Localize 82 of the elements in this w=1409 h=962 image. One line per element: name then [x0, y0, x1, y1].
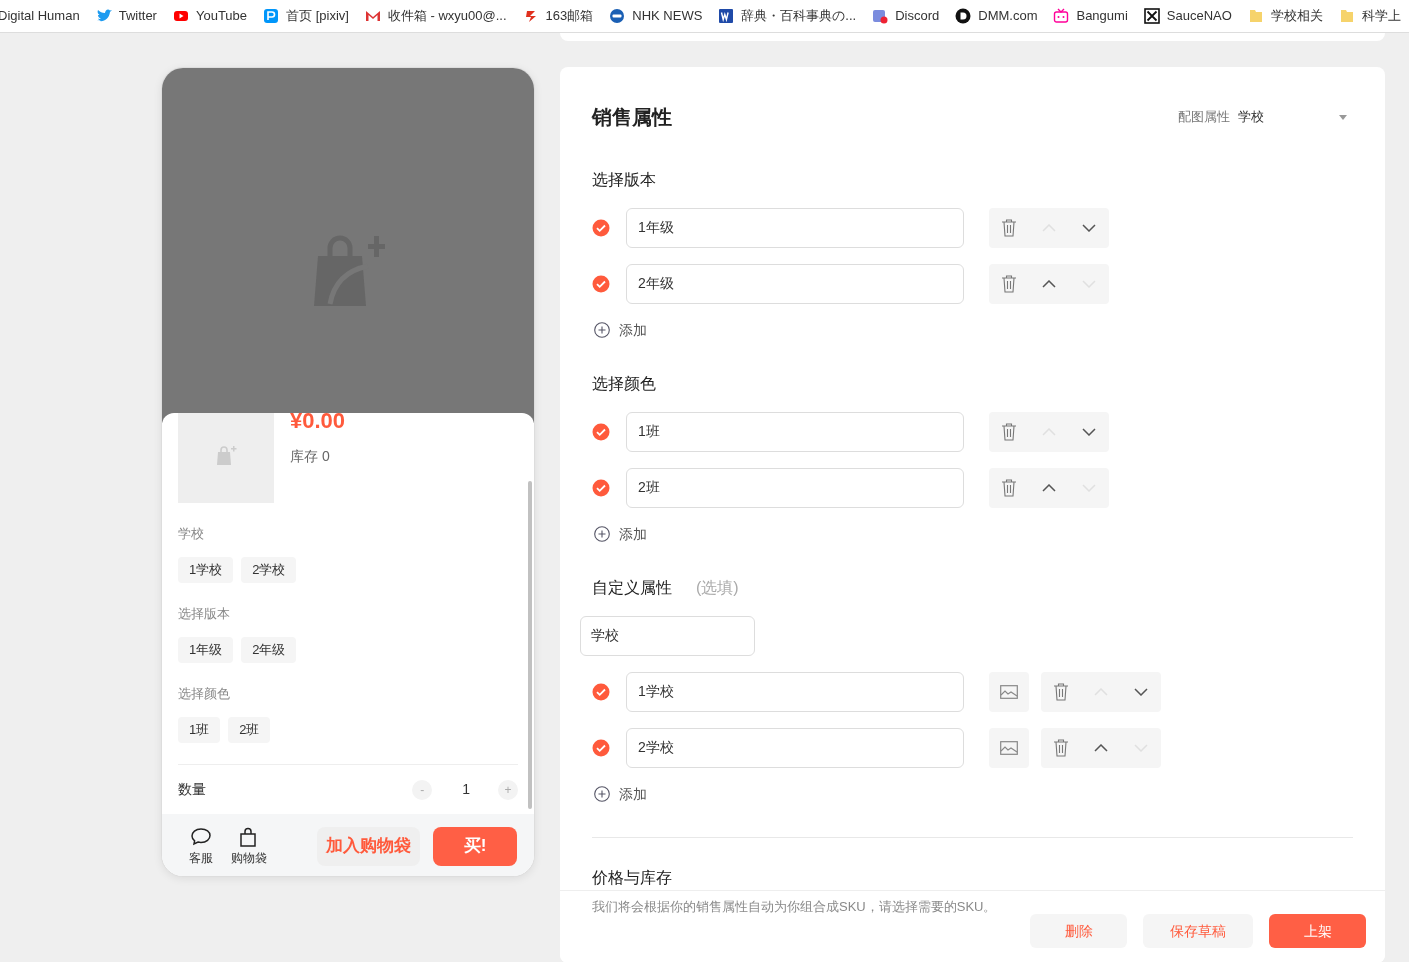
checkbox[interactable] [592, 423, 610, 441]
bookmark-link[interactable]: NHK NEWS [632, 6, 703, 26]
image-icon [1000, 741, 1018, 755]
bookmark-link[interactable]: 科学上 [1361, 6, 1401, 26]
bookmark-link[interactable]: YouTube [195, 6, 248, 26]
checkbox[interactable] [592, 275, 610, 293]
mail-icon [364, 8, 381, 24]
input-field[interactable]: 2学校 [626, 728, 964, 768]
bookmark-link[interactable]: SauceNAO [1166, 6, 1232, 26]
input-field[interactable]: 2年级 [626, 264, 964, 304]
section-title: 价格与库存 [592, 868, 673, 888]
image-button[interactable] [989, 672, 1029, 712]
caret-icon [1339, 114, 1347, 120]
folder-icon [1247, 8, 1264, 24]
bookmark-link[interactable]: DMM.com [978, 6, 1038, 26]
option-chip[interactable]: 1学校 [178, 557, 234, 583]
option-chip[interactable]: 2班 [228, 717, 271, 743]
checkbox[interactable] [592, 219, 610, 237]
quantity-label: 数量 [178, 780, 207, 799]
option-chip[interactable]: 1班 [178, 717, 221, 743]
input-field[interactable]: 2班 [626, 468, 964, 508]
group-title: 选择颜色 [178, 685, 231, 703]
bookmark-link[interactable]: Bangumi [1076, 6, 1128, 26]
p-logo-icon [263, 8, 280, 24]
plus-circle-icon [594, 526, 610, 542]
bottom-action[interactable]: 客服 [189, 826, 213, 866]
section-title: 选择版本 [592, 170, 657, 190]
bookmark-link[interactable]: 学校相关 [1270, 6, 1323, 26]
group-title: 学校 [178, 525, 205, 543]
option-chip[interactable]: 1年级 [178, 637, 234, 663]
d-logo-icon [955, 8, 972, 24]
bird-icon [95, 8, 112, 24]
scrollbar[interactable] [528, 481, 532, 809]
add-button[interactable]: 添加 [592, 784, 647, 804]
checkbox[interactable] [592, 739, 610, 757]
bookmark-link[interactable]: Twitter [118, 6, 157, 26]
option-chip[interactable]: 2学校 [241, 557, 297, 583]
checkbox[interactable] [592, 683, 610, 701]
image-icon [1000, 685, 1018, 699]
add-button[interactable]: 添加 [592, 524, 647, 544]
trash-icon [1002, 423, 1016, 441]
trash-icon [1054, 683, 1068, 701]
price: ¥0.00 [290, 413, 346, 434]
x-box-icon [1143, 8, 1160, 24]
bookmark-link[interactable]: Discord [895, 6, 940, 26]
play-icon [172, 8, 189, 24]
w-logo-icon [718, 8, 735, 24]
trash-icon [1054, 739, 1068, 757]
input-field[interactable]: 1学校 [626, 672, 964, 712]
checkbox[interactable] [592, 479, 610, 497]
bookmark-link[interactable]: 收件箱 - wxyu00@... [387, 6, 507, 26]
bag-plus-icon [215, 444, 237, 466]
group-title: 选择版本 [178, 605, 231, 623]
optional-hint: (选填) [696, 578, 739, 598]
add-button[interactable]: 添加 [592, 320, 647, 340]
section-heading: 销售属性 [592, 105, 672, 129]
trash-icon [1002, 479, 1016, 497]
image-button[interactable] [989, 728, 1029, 768]
section-title: 选择颜色 [592, 374, 657, 394]
bookmark-link[interactable]: 辞典・百科事典の... [741, 6, 857, 26]
stock-label: 库存 [290, 447, 318, 466]
plus-circle-icon [594, 322, 610, 338]
bookmark-link[interactable]: 163邮箱 [545, 6, 594, 26]
section-title: 自定义属性 [592, 578, 672, 598]
trash-icon [1002, 275, 1016, 293]
image-attribute-select[interactable]: 配图属性 学校 [1178, 107, 1347, 127]
folder-icon [1338, 8, 1355, 24]
description: 我们将会根据你的销售属性自动为你组合成SKU，请选择需要的SKU。 [592, 898, 997, 916]
trash-icon [1002, 219, 1016, 237]
tv-icon [1053, 8, 1070, 24]
chat-icon [190, 826, 212, 847]
input-field[interactable]: 学校 [580, 616, 755, 656]
input-field[interactable]: 1班 [626, 412, 964, 452]
option-chip[interactable]: 2年级 [241, 637, 297, 663]
plus-circle-icon [594, 786, 610, 802]
bottom-action[interactable]: 购物袋 [231, 826, 267, 866]
bookmark-link[interactable]: 首页 [pixiv] [286, 6, 349, 26]
circle-logo-icon [609, 8, 626, 24]
stock-count: 0 [322, 447, 330, 466]
quantity-value: 1 [462, 780, 470, 799]
input-field[interactable]: 1年级 [626, 208, 964, 248]
chat-badge-icon [872, 8, 889, 24]
